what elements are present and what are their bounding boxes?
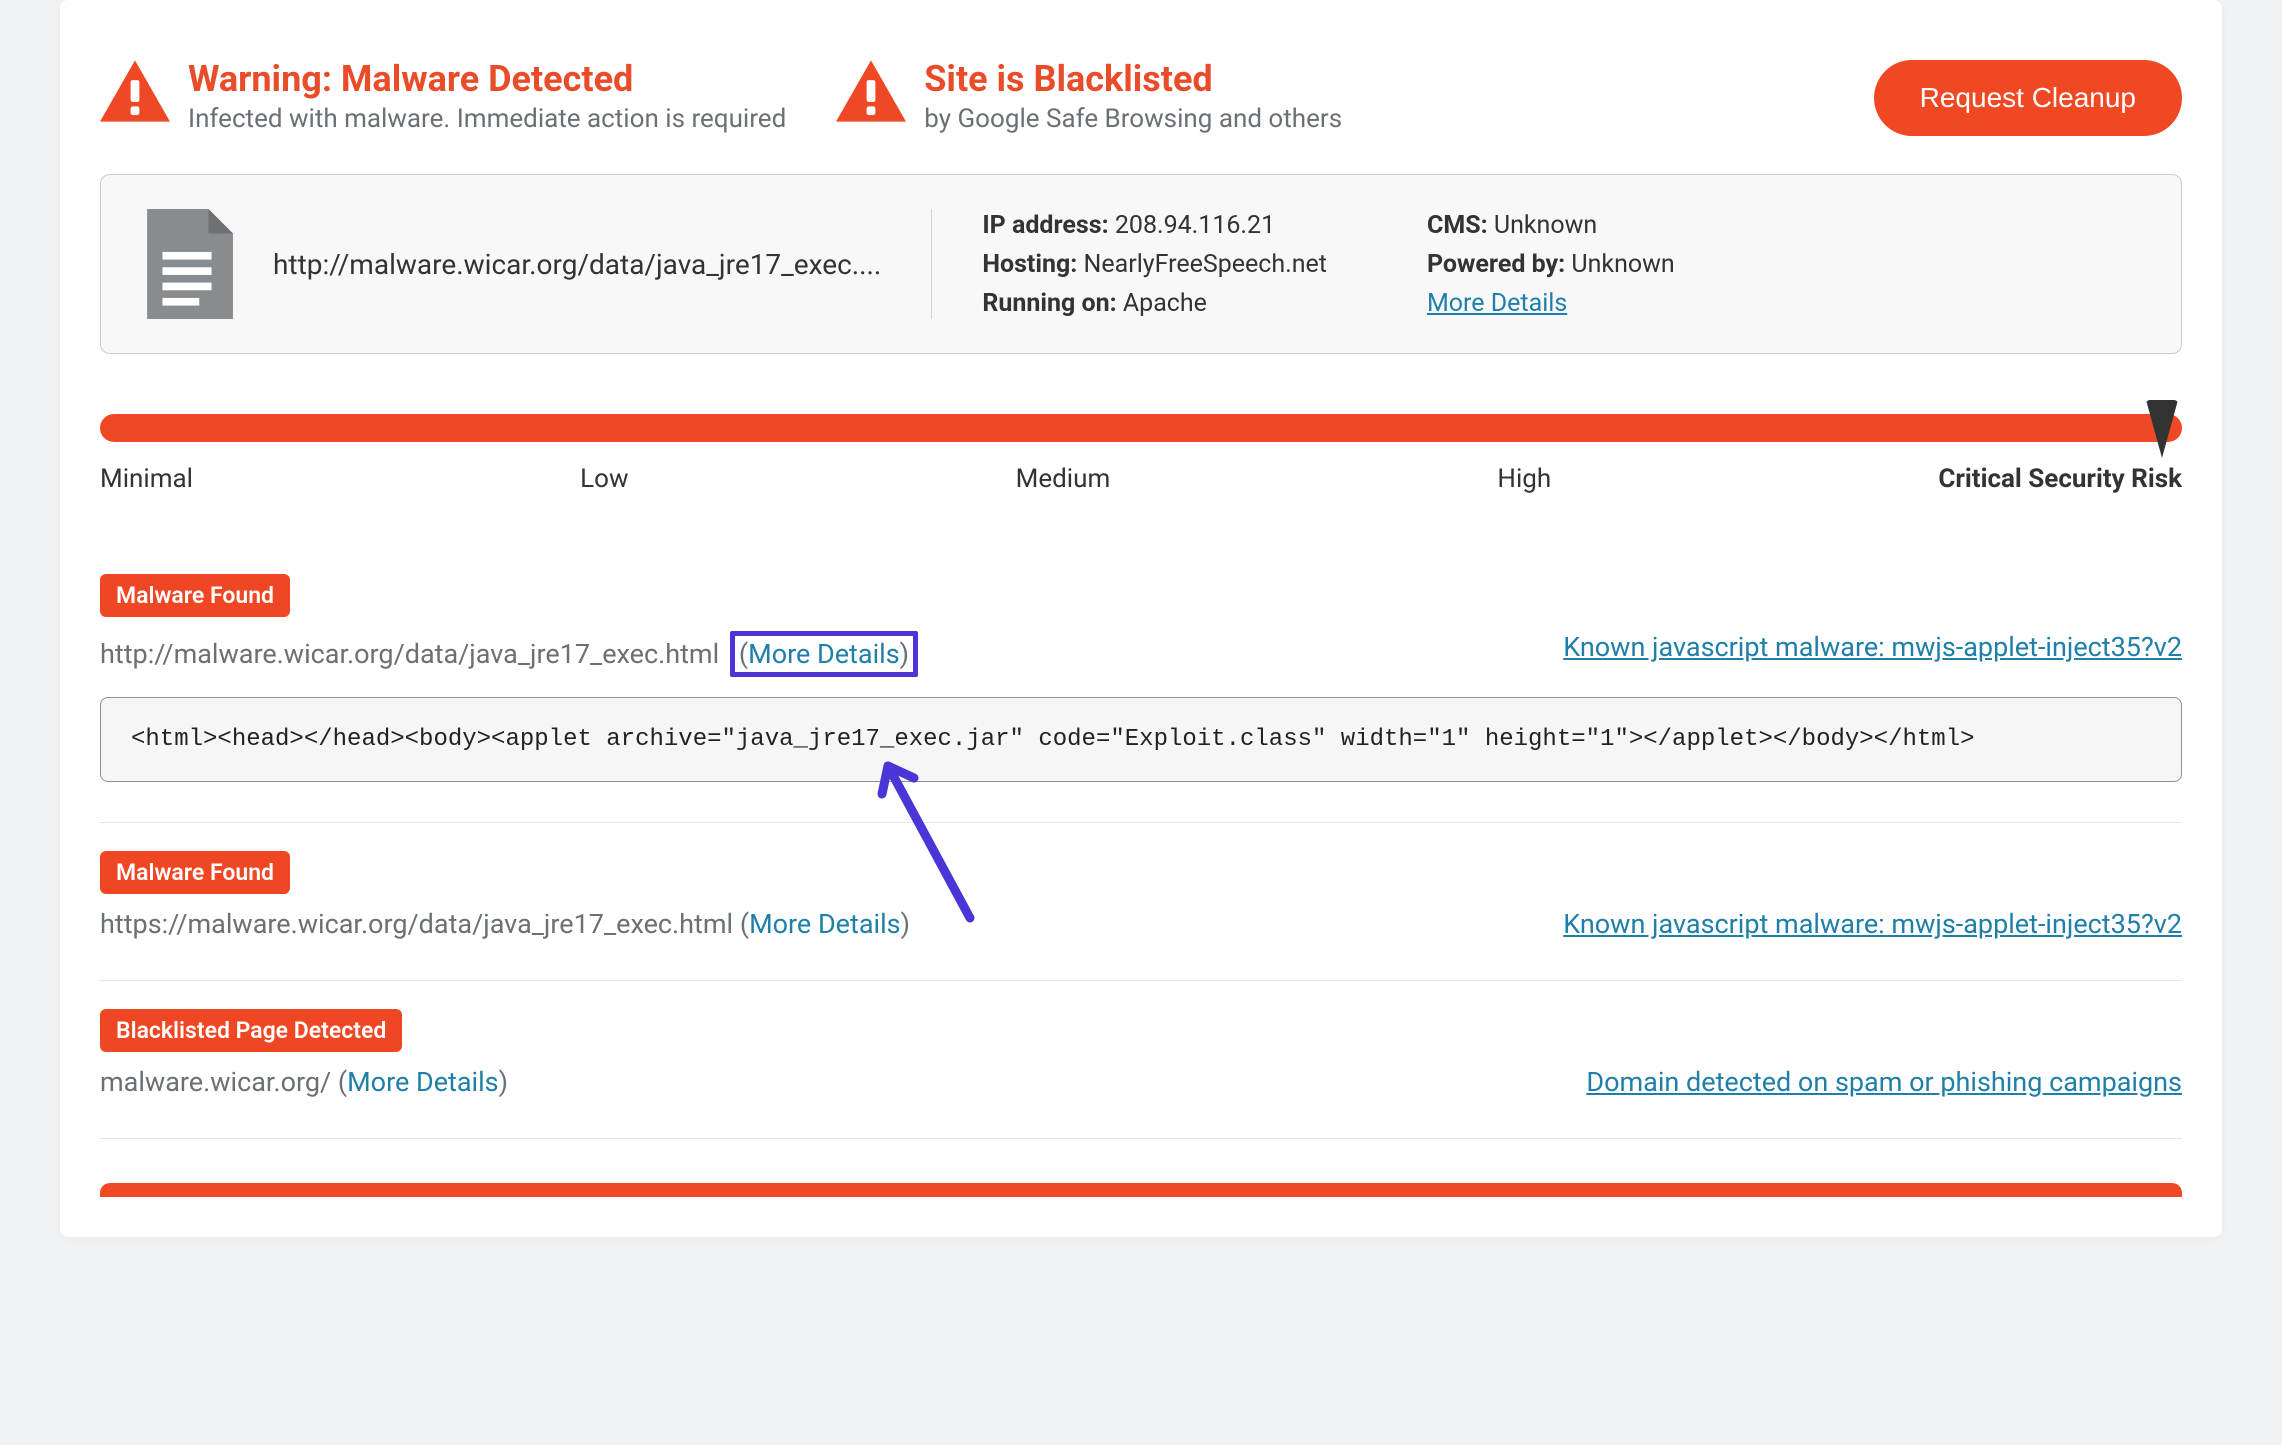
document-icon bbox=[141, 209, 233, 319]
finding-url: malware.wicar.org/ bbox=[100, 1066, 338, 1098]
risk-labels: Minimal Low Medium High Critical Securit… bbox=[100, 464, 2182, 494]
meta-value-running: Apache bbox=[1123, 289, 1207, 318]
alert-subtitle: by Google Safe Browsing and others bbox=[924, 104, 1342, 134]
finding-badge: Malware Found bbox=[100, 851, 290, 894]
more-details-link[interactable]: More Details bbox=[347, 1066, 499, 1098]
request-cleanup-button[interactable]: Request Cleanup bbox=[1874, 60, 2182, 136]
alert-subtitle: Infected with malware. Immediate action … bbox=[188, 104, 786, 134]
meta-value-cms: Unknown bbox=[1494, 211, 1597, 240]
meta-label-powered: Powered by: bbox=[1427, 250, 1565, 279]
meta-label-ip: IP address: bbox=[982, 211, 1108, 240]
risk-label: Minimal bbox=[100, 464, 193, 494]
divider bbox=[931, 209, 932, 319]
divider bbox=[100, 822, 2182, 823]
site-info-panel: http://malware.wicar.org/data/java_jre17… bbox=[100, 174, 2182, 354]
risk-bar-fill bbox=[100, 414, 2182, 442]
risk-label: Medium bbox=[1016, 464, 1111, 494]
warning-triangle-icon bbox=[836, 60, 906, 122]
alert-blacklist: Site is Blacklisted by Google Safe Brows… bbox=[836, 60, 1342, 134]
divider bbox=[100, 980, 2182, 981]
risk-label: Low bbox=[580, 464, 628, 494]
more-details-link[interactable]: More Details bbox=[748, 638, 900, 670]
code-snippet: <html><head></head><body><applet archive… bbox=[100, 697, 2182, 782]
risk-marker-icon bbox=[2146, 400, 2178, 458]
finding-group: Blacklisted Page Detected malware.wicar.… bbox=[100, 1009, 2182, 1098]
site-more-details-link[interactable]: More Details bbox=[1427, 289, 1567, 318]
risk-label-critical: Critical Security Risk bbox=[1938, 464, 2182, 494]
bottom-bar bbox=[100, 1183, 2182, 1197]
finding-badge: Blacklisted Page Detected bbox=[100, 1009, 402, 1052]
risk-label: High bbox=[1497, 464, 1551, 494]
alert-title: Warning: Malware Detected bbox=[188, 60, 786, 100]
alert-malware: Warning: Malware Detected Infected with … bbox=[100, 60, 786, 134]
meta-label-cms: CMS: bbox=[1427, 211, 1488, 240]
finding-url: https://malware.wicar.org/data/java_jre1… bbox=[100, 908, 740, 940]
risk-bar bbox=[100, 414, 2182, 442]
finding-type-link[interactable]: Known javascript malware: mwjs-applet-in… bbox=[1563, 631, 2182, 663]
meta-columns: IP address: 208.94.116.21 Hosting: Nearl… bbox=[982, 211, 1674, 318]
scanned-url: http://malware.wicar.org/data/java_jre17… bbox=[273, 248, 881, 281]
meta-label-hosting: Hosting: bbox=[982, 250, 1077, 279]
meta-value-powered: Unknown bbox=[1571, 250, 1674, 279]
finding-url: http://malware.wicar.org/data/java_jre17… bbox=[100, 638, 719, 670]
meta-label-running: Running on: bbox=[982, 289, 1116, 318]
finding-type-link[interactable]: Known javascript malware: mwjs-applet-in… bbox=[1563, 908, 2182, 940]
annotation-highlight-box: (More Details) bbox=[730, 631, 918, 677]
report-card: Warning: Malware Detected Infected with … bbox=[60, 0, 2222, 1237]
divider bbox=[100, 1138, 2182, 1139]
meta-value-hosting: NearlyFreeSpeech.net bbox=[1084, 250, 1327, 279]
finding-group: Malware Found http://malware.wicar.org/d… bbox=[100, 574, 2182, 782]
header-row: Warning: Malware Detected Infected with … bbox=[100, 60, 2182, 136]
finding-badge: Malware Found bbox=[100, 574, 290, 617]
warning-triangle-icon bbox=[100, 60, 170, 122]
finding-group: Malware Found https://malware.wicar.org/… bbox=[100, 851, 2182, 940]
alert-title: Site is Blacklisted bbox=[924, 60, 1342, 100]
meta-value-ip: 208.94.116.21 bbox=[1115, 211, 1275, 240]
finding-type-link[interactable]: Domain detected on spam or phishing camp… bbox=[1586, 1066, 2182, 1098]
